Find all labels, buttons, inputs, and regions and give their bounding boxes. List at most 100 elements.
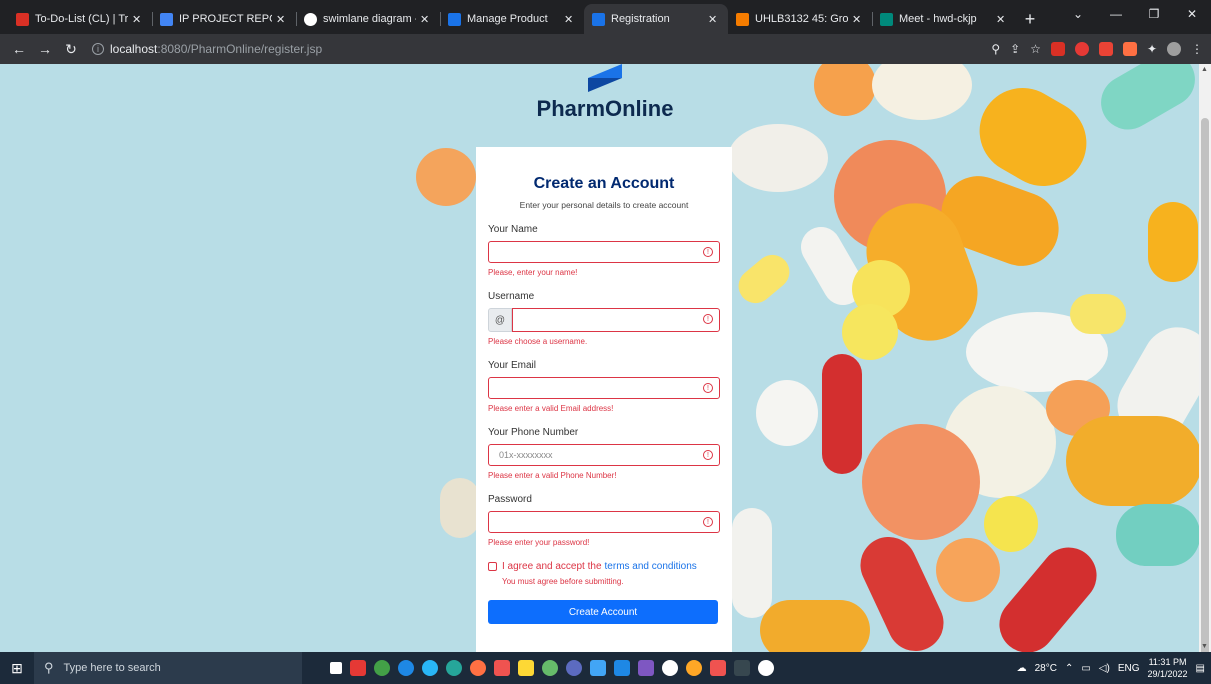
terms-text: I agree and accept the: [502, 561, 602, 572]
close-icon[interactable]: ✕: [132, 13, 144, 26]
phone-input[interactable]: 01x-xxxxxxxx!: [488, 444, 720, 466]
app-icon[interactable]: [710, 660, 726, 676]
close-icon[interactable]: ✕: [852, 13, 864, 26]
network-icon[interactable]: ▭: [1081, 663, 1090, 674]
app-icon[interactable]: [398, 660, 414, 676]
extension-icon[interactable]: [1122, 42, 1137, 56]
app-icon[interactable]: [494, 660, 510, 676]
tab-uhlb3132[interactable]: UHLB3132 45: Group ✕: [728, 4, 872, 34]
firefox-icon[interactable]: [470, 660, 486, 676]
meet-icon: [880, 12, 893, 26]
tray-chevron-icon[interactable]: ⌃: [1065, 663, 1073, 674]
site-info-icon[interactable]: i: [92, 43, 104, 55]
weather-icon[interactable]: ☁: [1017, 663, 1027, 674]
terms-feedback: You must agree before submitting.: [502, 577, 624, 586]
vscode-icon[interactable]: [614, 660, 630, 676]
close-icon[interactable]: ✕: [708, 13, 720, 26]
email-feedback: Please enter a valid Email address!: [488, 404, 614, 413]
brand-name: PharmOnline: [536, 96, 674, 121]
app-icon[interactable]: [542, 660, 558, 676]
app-icon[interactable]: [350, 660, 366, 676]
app-icon[interactable]: [590, 660, 606, 676]
username-input[interactable]: !: [512, 308, 720, 332]
reload-icon[interactable]: ↻: [60, 38, 82, 60]
volume-icon[interactable]: ◁): [1099, 663, 1110, 674]
file-explorer-icon[interactable]: [518, 660, 534, 676]
tab-label: swimlane diagram - G: [323, 13, 416, 25]
bookmark-star-icon[interactable]: ☆: [1030, 42, 1041, 56]
window-controls: ⌄ — ❐ ✕: [1059, 0, 1211, 28]
clock[interactable]: 11:31 PM 29/1/2022: [1148, 656, 1188, 680]
tab-meet[interactable]: Meet - hwd-ckjp ✕: [872, 4, 1016, 34]
close-window-button[interactable]: ✕: [1173, 0, 1211, 28]
tab-search-icon[interactable]: ⌄: [1059, 0, 1097, 28]
error-icon: !: [703, 247, 713, 257]
app-icon[interactable]: [422, 660, 438, 676]
tab-manage-product[interactable]: Manage Product ✕: [440, 4, 584, 34]
pill-decoration: [814, 64, 876, 116]
task-view-icon[interactable]: [330, 662, 342, 674]
taskbar-apps: [330, 660, 774, 676]
close-icon[interactable]: ✕: [420, 13, 432, 26]
password-input[interactable]: !: [488, 511, 720, 533]
notifications-icon[interactable]: ▤: [1196, 663, 1205, 674]
tab-registration[interactable]: Registration ✕: [584, 4, 728, 34]
app-icon[interactable]: [374, 660, 390, 676]
extension-icon[interactable]: [1074, 42, 1089, 56]
tab-label: Registration: [611, 13, 670, 25]
back-icon[interactable]: ←: [8, 38, 30, 60]
scroll-up-icon[interactable]: ▲: [1201, 66, 1208, 73]
language-indicator[interactable]: ENG: [1118, 663, 1140, 674]
scrollbar-thumb[interactable]: [1201, 118, 1209, 658]
share-icon[interactable]: ⇪: [1010, 42, 1020, 56]
scroll-down-icon[interactable]: ▼: [1201, 643, 1208, 650]
minimize-button[interactable]: —: [1097, 0, 1135, 28]
visual-studio-icon[interactable]: [638, 660, 654, 676]
extension-icon[interactable]: [1098, 42, 1113, 56]
terms-link[interactable]: terms and conditions: [605, 561, 697, 572]
capsule-decoration: [987, 536, 1109, 652]
edge-icon[interactable]: [446, 660, 462, 676]
app-icon[interactable]: [758, 660, 774, 676]
new-tab-button[interactable]: +: [1016, 4, 1044, 34]
acrobat-extension-icon[interactable]: [1050, 42, 1065, 56]
tab-label: UHLB3132 45: Group: [755, 13, 848, 25]
terms-checkbox[interactable]: [488, 562, 497, 571]
tab-ip-project-report[interactable]: IP PROJECT REPORT - ✕: [152, 4, 296, 34]
docs-icon: [160, 12, 173, 26]
clock-time: 11:31 PM: [1148, 657, 1187, 667]
at-prefix: @: [488, 308, 512, 332]
extensions-puzzle-icon[interactable]: ✦: [1147, 42, 1157, 56]
restore-button[interactable]: ❐: [1135, 0, 1173, 28]
app-icon[interactable]: [734, 660, 750, 676]
app-icon[interactable]: [662, 660, 678, 676]
phone-feedback: Please enter a valid Phone Number!: [488, 471, 617, 480]
menu-icon[interactable]: ⋮: [1191, 42, 1203, 56]
forward-icon[interactable]: →: [34, 38, 56, 60]
app-icon[interactable]: [686, 660, 702, 676]
username-feedback: Please choose a username.: [488, 337, 588, 346]
windows-start-icon[interactable]: ⊞: [0, 652, 34, 684]
tab-swimlane-diagram[interactable]: swimlane diagram - G ✕: [296, 4, 440, 34]
pill-decoration: [732, 508, 772, 618]
app-icon[interactable]: [566, 660, 582, 676]
page-scrollbar[interactable]: ▲ ▼: [1199, 64, 1211, 658]
brand-logo[interactable]: PharmOnline: [530, 64, 680, 122]
zoom-icon[interactable]: ⚲: [991, 42, 1000, 56]
name-input[interactable]: !: [488, 241, 720, 263]
pharmonline-logo-icon: [588, 64, 622, 92]
tab-trello[interactable]: To-Do-List (CL) | Trello ✕: [8, 4, 152, 34]
weather-temp[interactable]: 28°C: [1035, 663, 1057, 674]
tab-label: Manage Product: [467, 13, 548, 25]
address-bar[interactable]: i localhost:8080/PharmOnline/register.js…: [86, 37, 991, 61]
pill-decoration: [842, 304, 898, 360]
taskbar-search[interactable]: ⚲ Type here to search: [34, 652, 302, 684]
profile-avatar[interactable]: [1167, 42, 1181, 56]
create-account-button[interactable]: Create Account: [488, 600, 718, 624]
close-icon[interactable]: ✕: [996, 13, 1008, 26]
pharmonline-icon: [592, 12, 605, 26]
email-input[interactable]: !: [488, 377, 720, 399]
close-icon[interactable]: ✕: [564, 13, 576, 26]
search-placeholder: Type here to search: [63, 662, 161, 674]
close-icon[interactable]: ✕: [276, 13, 288, 26]
